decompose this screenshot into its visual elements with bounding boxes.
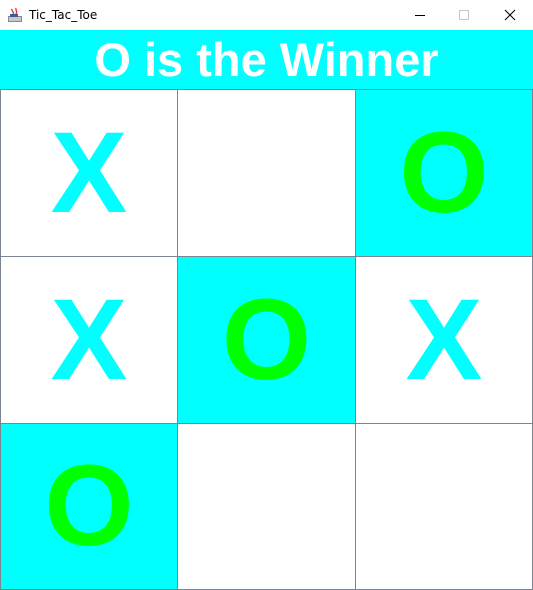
- cell-mark: X: [50, 108, 128, 237]
- board-cell-8[interactable]: [177, 423, 356, 590]
- board-cell-3[interactable]: O: [355, 89, 533, 257]
- board-cell-2[interactable]: [177, 89, 356, 257]
- window-title: Tic_Tac_Toe: [29, 8, 98, 22]
- cell-mark: X: [50, 275, 128, 404]
- app-window: Tic_Tac_Toe O is the Winner X O X O X O: [0, 0, 533, 590]
- title-bar[interactable]: Tic_Tac_Toe: [0, 0, 533, 30]
- board-cell-9[interactable]: [355, 423, 533, 590]
- cell-mark: O: [44, 442, 134, 570]
- winner-message: O is the Winner: [94, 33, 439, 86]
- maximize-button[interactable]: [441, 0, 487, 30]
- board-cell-4[interactable]: X: [0, 256, 178, 424]
- board-cell-5[interactable]: O: [177, 256, 356, 424]
- game-board: X O X O X O: [0, 89, 533, 590]
- cell-mark: O: [399, 108, 489, 237]
- java-app-icon[interactable]: [7, 7, 23, 23]
- close-button[interactable]: [487, 0, 533, 30]
- minimize-button[interactable]: [397, 0, 443, 30]
- board-cell-7[interactable]: O: [0, 423, 178, 590]
- minimize-icon: [414, 9, 426, 21]
- cell-mark: X: [405, 275, 483, 404]
- close-icon: [504, 9, 516, 21]
- board-cell-6[interactable]: X: [355, 256, 533, 424]
- board-cell-1[interactable]: X: [0, 89, 178, 257]
- maximize-icon: [458, 9, 470, 21]
- cell-mark: O: [221, 275, 312, 404]
- winner-banner: O is the Winner: [0, 30, 533, 89]
